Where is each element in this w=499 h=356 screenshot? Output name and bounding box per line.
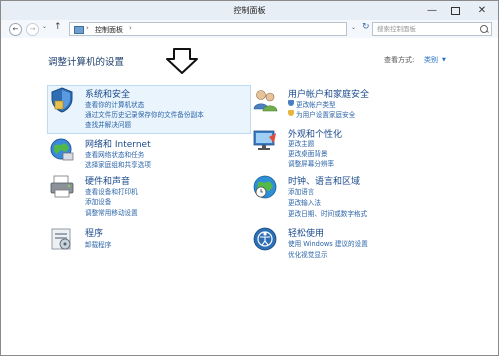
- breadcrumb-separator[interactable]: ›: [86, 24, 89, 32]
- link-file-history-backup[interactable]: 通过文件历史记录保存你的文件备份副本: [85, 109, 204, 119]
- link-adjust-resolution[interactable]: 调整屏幕分辨率: [288, 158, 334, 168]
- view-by-label: 查看方式:: [384, 56, 415, 64]
- address-field[interactable]: › 控制面板 ›: [69, 22, 347, 36]
- link-windows-recommended-settings[interactable]: 使用 Windows 建议的设置: [288, 238, 368, 248]
- address-dropdown-icon[interactable]: ⌄: [351, 24, 356, 31]
- search-icon[interactable]: [480, 25, 488, 33]
- link-view-network-status[interactable]: 查看网络状态和任务: [85, 149, 144, 159]
- link-change-account-type[interactable]: 更改帐户类型: [296, 99, 336, 109]
- users-icon: [253, 90, 278, 112]
- ease-of-access-icon: [253, 227, 277, 251]
- back-button[interactable]: ←: [9, 23, 22, 36]
- link-change-desktop-background[interactable]: 更改桌面背景: [288, 148, 328, 158]
- uac-shield-icon: [288, 110, 294, 116]
- down-arrow-annotation-icon: [166, 48, 198, 74]
- close-icon: ✕: [477, 5, 487, 16]
- minimize-icon: —: [427, 5, 437, 16]
- link-add-language[interactable]: 添加语言: [288, 186, 314, 196]
- page-title: 调整计算机的设置: [48, 57, 125, 68]
- refresh-icon[interactable]: ↻: [362, 23, 370, 32]
- recent-locations-dropdown-icon[interactable]: ⌄: [42, 23, 47, 30]
- up-arrow-icon[interactable]: ↑: [54, 22, 62, 32]
- maximize-icon: [450, 6, 460, 15]
- printer-icon: [50, 175, 74, 198]
- control-panel-icon: [74, 26, 84, 34]
- link-add-device[interactable]: 添加设备: [85, 196, 111, 206]
- network-globe-icon: [50, 138, 74, 161]
- category-clock-language-region[interactable]: 时钟、语言和区域 添加语言 更改输入法 更改日期、时间或数字格式: [252, 174, 452, 218]
- category-system-security[interactable]: 系统和安全 查看你的计算机状态 通过文件历史记录保存你的文件备份副本 查找并解决…: [49, 87, 249, 131]
- category-appearance[interactable]: 外观和个性化 更改主题 更改桌面背景 调整屏幕分辨率: [252, 127, 452, 171]
- forward-button[interactable]: →: [26, 23, 39, 36]
- view-by-dropdown[interactable]: 类别: [424, 55, 438, 65]
- minimize-button[interactable]: —: [421, 1, 443, 20]
- category-hardware-sound[interactable]: 硬件和声音 查看设备和打印机 添加设备 调整常用移动设置: [49, 174, 249, 218]
- appearance-monitor-icon: [253, 130, 276, 150]
- breadcrumb-control-panel[interactable]: 控制面板: [95, 25, 123, 35]
- link-change-theme[interactable]: 更改主题: [288, 138, 314, 148]
- search-box[interactable]: [372, 22, 492, 36]
- forward-arrow-icon: →: [29, 25, 36, 33]
- address-bar: ← → ⌄ ↑ › 控制面板 › ⌄ ↻: [1, 20, 498, 38]
- link-troubleshoot[interactable]: 查找并解决问题: [85, 119, 131, 129]
- link-view-computer-status[interactable]: 查看你的计算机状态: [85, 99, 144, 109]
- category-programs[interactable]: 程序 卸载程序: [49, 226, 249, 254]
- category-title-programs[interactable]: 程序: [85, 226, 103, 239]
- link-optimize-visual-display[interactable]: 优化视觉显示: [288, 249, 328, 259]
- breadcrumb-separator[interactable]: ›: [129, 24, 132, 32]
- control-panel-window: 控制面板 — ✕ ← → ⌄ ↑ › 控制面板 › ⌄ ↻ 搜索控制面板 调整计…: [0, 0, 499, 356]
- link-change-input-method[interactable]: 更改输入法: [288, 197, 321, 207]
- link-devices-printers[interactable]: 查看设备和打印机: [85, 186, 138, 196]
- programs-icon: [51, 228, 71, 250]
- link-change-date-time-format[interactable]: 更改日期、时间或数字格式: [288, 208, 367, 218]
- link-mobility-settings[interactable]: 调整常用移动设置: [85, 207, 138, 217]
- link-uninstall-program[interactable]: 卸载程序: [85, 239, 111, 249]
- link-homegroup-sharing[interactable]: 选择家庭组和共享选项: [85, 159, 151, 169]
- link-family-safety[interactable]: 为用户设置家庭安全: [296, 109, 355, 119]
- security-shield-icon: [51, 87, 73, 113]
- category-ease-of-access[interactable]: 轻松使用 使用 Windows 建议的设置 优化视觉显示: [252, 226, 452, 259]
- category-user-accounts[interactable]: 用户帐户和家庭安全 更改帐户类型 为用户设置家庭安全: [252, 87, 452, 119]
- search-input[interactable]: [373, 23, 477, 35]
- close-button[interactable]: ✕: [467, 1, 497, 20]
- maximize-button[interactable]: [444, 1, 466, 20]
- back-arrow-icon: ←: [12, 25, 19, 33]
- category-network-internet[interactable]: 网络和 Internet 查看网络状态和任务 选择家庭组和共享选项: [49, 137, 249, 169]
- view-by-caret-icon[interactable]: ▼: [442, 57, 446, 63]
- uac-shield-icon: [288, 100, 294, 106]
- clock-globe-icon: [253, 175, 277, 199]
- title-bar: 控制面板 — ✕: [1, 1, 498, 20]
